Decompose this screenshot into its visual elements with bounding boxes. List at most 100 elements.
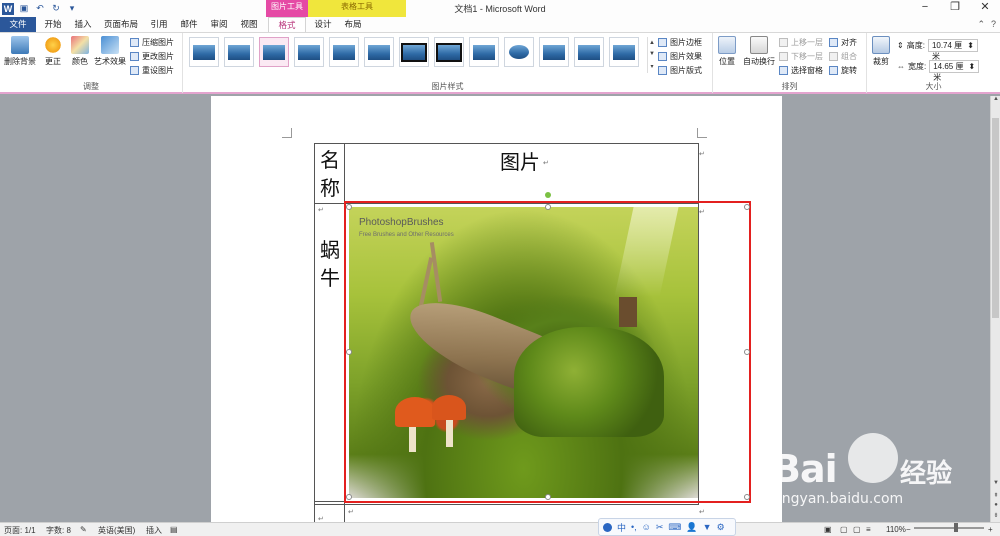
scroll-thumb[interactable]	[992, 118, 999, 318]
zoom-in-icon[interactable]: +	[988, 525, 993, 534]
picture-style-thumb[interactable]	[399, 37, 429, 67]
tab-home[interactable]: 开始	[40, 17, 66, 32]
macro-record-icon[interactable]: ▤	[170, 525, 178, 534]
full-screen-view-icon[interactable]: ▢	[840, 525, 848, 534]
group-button[interactable]: 组合	[829, 51, 857, 62]
ime-scissors-icon[interactable]: ✂	[656, 522, 664, 533]
zoom-slider-knob[interactable]	[954, 523, 958, 532]
vertical-scrollbar[interactable]: ▲ ▼ ⇞ ● ⇟	[990, 96, 1000, 522]
remove-background-button[interactable]: 删除背景	[2, 36, 38, 67]
tab-file[interactable]: 文件	[0, 17, 36, 32]
status-insert-mode[interactable]: 插入	[146, 525, 162, 536]
picture-style-thumb[interactable]	[574, 37, 604, 67]
help-icon[interactable]: ?	[991, 19, 996, 30]
status-page[interactable]: 页面: 1/1	[4, 525, 36, 536]
reset-picture-button[interactable]: 重设图片	[130, 65, 174, 76]
rotate-button[interactable]: 旋转	[829, 65, 857, 76]
browse-object-icon[interactable]: ●	[991, 502, 1000, 512]
change-picture-button[interactable]: 更改图片	[130, 51, 174, 62]
next-page-icon[interactable]: ⇟	[991, 512, 1000, 522]
resize-handle[interactable]	[346, 494, 352, 500]
picture-style-thumb[interactable]	[189, 37, 219, 67]
tab-page-layout[interactable]: 页面布局	[101, 17, 141, 32]
picture-style-thumb[interactable]	[329, 37, 359, 67]
tab-layout[interactable]: 布局	[340, 17, 366, 32]
position-button[interactable]: 位置	[715, 36, 739, 67]
width-input[interactable]: 14.65 厘米 ⬍	[929, 60, 980, 82]
prev-page-icon[interactable]: ⇞	[991, 492, 1000, 502]
selection-highlight	[344, 201, 751, 503]
print-layout-view-icon[interactable]: ▣	[824, 525, 832, 534]
picture-style-thumb[interactable]	[294, 37, 324, 67]
bring-forward-button[interactable]: 上移一层	[779, 37, 823, 48]
spelling-check-icon[interactable]: ✎	[80, 525, 87, 534]
ime-logo-icon[interactable]	[603, 522, 612, 532]
ime-user-icon[interactable]: 👤	[686, 522, 697, 533]
row-name-cell[interactable]: 蜗牛	[320, 236, 342, 292]
status-word-count[interactable]: 字数: 8	[46, 525, 71, 536]
zoom-out-icon[interactable]: −	[906, 525, 911, 534]
color-button[interactable]: 颜色	[68, 36, 92, 67]
tab-references[interactable]: 引用	[146, 17, 172, 32]
spinner-icon[interactable]: ⬍	[967, 40, 974, 51]
restore-button[interactable]: ❐	[940, 0, 970, 17]
ime-keyboard-icon[interactable]: ⌨	[668, 522, 681, 533]
tab-insert[interactable]: 插入	[70, 17, 96, 32]
artistic-effects-button[interactable]: 艺术效果	[92, 36, 128, 67]
picture-style-thumb[interactable]	[224, 37, 254, 67]
picture-style-thumb[interactable]	[259, 37, 289, 67]
picture-style-thumb[interactable]	[434, 37, 464, 67]
ime-settings-icon[interactable]: ⚙	[717, 522, 725, 533]
ime-punctuation-icon[interactable]: •,	[631, 522, 637, 532]
web-view-icon[interactable]: ▢	[853, 525, 861, 534]
picture-style-thumb[interactable]	[469, 37, 499, 67]
resize-handle[interactable]	[545, 204, 551, 210]
ime-language-toggle[interactable]: 中	[617, 521, 626, 534]
tab-view[interactable]: 视图	[236, 17, 262, 32]
picture-border-button[interactable]: 图片边框	[658, 37, 702, 48]
gallery-up-icon[interactable]: ▲	[649, 40, 655, 46]
picture-layout-button[interactable]: 图片版式	[658, 65, 702, 76]
scroll-down-icon[interactable]: ▼	[991, 480, 1000, 490]
tab-format[interactable]: 格式	[268, 17, 306, 32]
resize-handle[interactable]	[346, 349, 352, 355]
wrap-text-button[interactable]: 自动换行	[741, 36, 777, 67]
tab-design[interactable]: 设计	[310, 17, 336, 32]
resize-handle[interactable]	[744, 204, 750, 210]
minimize-ribbon-icon[interactable]: ⌃	[977, 19, 985, 30]
selection-pane-button[interactable]: 选择窗格	[779, 65, 823, 76]
spinner-icon[interactable]: ⬍	[969, 61, 976, 72]
minimize-button[interactable]: −	[910, 0, 940, 17]
align-icon	[829, 38, 838, 47]
picture-style-thumb[interactable]	[364, 37, 394, 67]
close-button[interactable]: ✕	[970, 0, 1000, 17]
picture-style-thumb[interactable]	[504, 37, 534, 67]
resize-handle[interactable]	[346, 204, 352, 210]
picture-effects-button[interactable]: 图片效果	[658, 51, 702, 62]
crop-button[interactable]: 裁剪	[869, 36, 893, 67]
compress-pictures-button[interactable]: 压缩图片	[130, 37, 174, 48]
picture-style-thumb[interactable]	[539, 37, 569, 67]
ime-skin-icon[interactable]: ▼	[703, 522, 712, 532]
ime-emoji-icon[interactable]: ☺	[642, 522, 651, 532]
rotation-handle[interactable]	[545, 192, 551, 198]
tab-mailings[interactable]: 邮件	[176, 17, 202, 32]
scroll-up-icon[interactable]: ▲	[991, 96, 1000, 106]
gallery-down-icon[interactable]: ▼	[649, 51, 655, 57]
status-zoom[interactable]: 110%	[886, 525, 906, 534]
picture-style-thumb[interactable]	[609, 37, 639, 67]
header-picture-cell[interactable]: 图片	[500, 146, 540, 175]
corrections-button[interactable]: 更正	[40, 36, 66, 67]
zoom-slider[interactable]	[914, 523, 984, 532]
header-name-cell[interactable]: 名称	[320, 146, 342, 202]
resize-handle[interactable]	[744, 494, 750, 500]
outline-view-icon[interactable]: ≡	[866, 525, 871, 534]
tab-review[interactable]: 审阅	[206, 17, 232, 32]
gallery-more-icon[interactable]: ▾	[650, 63, 653, 70]
height-input[interactable]: 10.74 厘米 ⬍	[927, 39, 978, 61]
status-language[interactable]: 英语(美国)	[98, 525, 135, 536]
send-backward-button[interactable]: 下移一层	[779, 51, 823, 62]
resize-handle[interactable]	[545, 494, 551, 500]
align-button[interactable]: 对齐	[829, 37, 857, 48]
resize-handle[interactable]	[744, 349, 750, 355]
